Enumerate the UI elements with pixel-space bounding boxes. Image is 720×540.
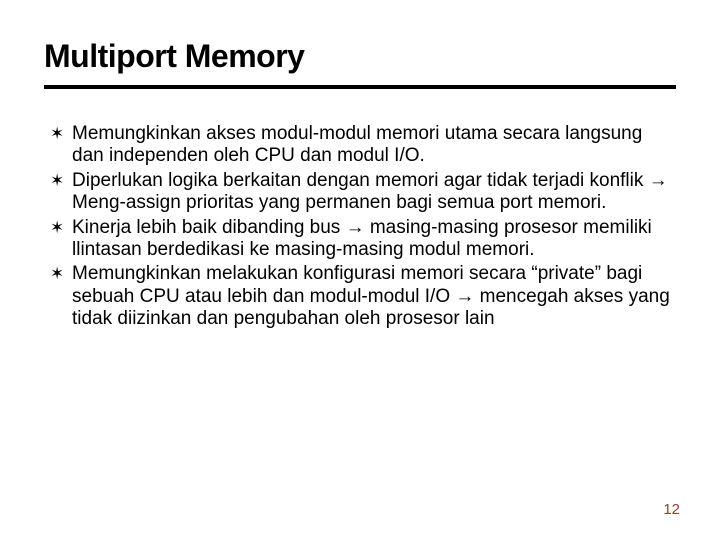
- page-number: 12: [663, 501, 680, 518]
- bullet-text: Memungkinkan melakukan konfigurasi memor…: [72, 263, 676, 330]
- list-item: ✶ Memungkinkan melakukan konfigurasi mem…: [50, 263, 676, 330]
- list-item: ✶ Diperlukan logika berkaitan dengan mem…: [50, 170, 676, 215]
- title-underline: [44, 85, 676, 89]
- bullet-icon: ✶: [50, 123, 72, 145]
- bullet-list: ✶ Memungkinkan akses modul-modul memori …: [44, 123, 676, 331]
- list-item: ✶ Kinerja lebih baik dibanding bus → mas…: [50, 217, 676, 262]
- bullet-icon: ✶: [50, 170, 72, 192]
- slide: Multiport Memory ✶ Memungkinkan akses mo…: [0, 0, 720, 540]
- bullet-text: Kinerja lebih baik dibanding bus → masin…: [72, 217, 676, 262]
- bullet-icon: ✶: [50, 263, 72, 285]
- bullet-text: Memungkinkan akses modul-modul memori ut…: [72, 123, 676, 168]
- bullet-text: Diperlukan logika berkaitan dengan memor…: [72, 170, 676, 215]
- list-item: ✶ Memungkinkan akses modul-modul memori …: [50, 123, 676, 168]
- bullet-icon: ✶: [50, 217, 72, 239]
- slide-title: Multiport Memory: [44, 38, 676, 75]
